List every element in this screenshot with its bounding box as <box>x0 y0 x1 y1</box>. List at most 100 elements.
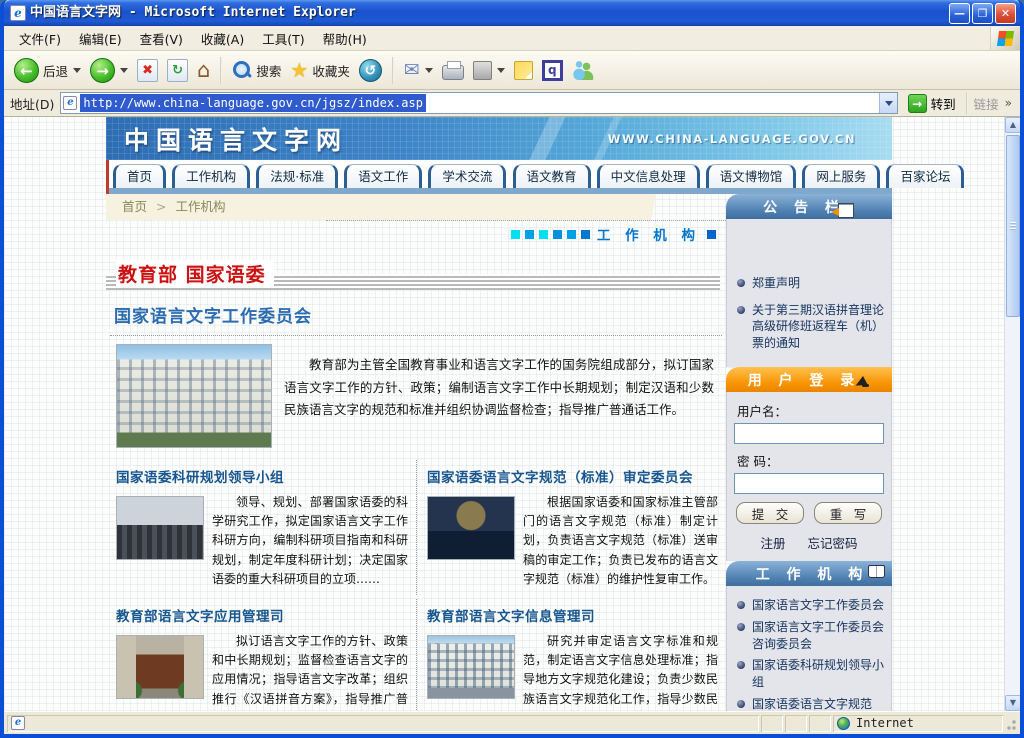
announcement-link[interactable]: 郑重声明 <box>752 275 800 292</box>
password-field[interactable] <box>734 473 884 494</box>
red-heading-top: 教育部 国家语委 <box>116 260 274 287</box>
section-text: 拟订语言文字工作的方针、政策和中长期规划；监督检查语言文字的应用情况；指导语言文… <box>212 632 408 711</box>
section-title[interactable]: 教育部语言文字应用管理司 <box>116 605 408 625</box>
nav-tab-services[interactable]: 网上服务 <box>802 164 880 188</box>
organization-link[interactable]: 国家语言文字工作委员会 <box>752 597 884 614</box>
menu-edit[interactable]: 编辑(E) <box>70 26 131 51</box>
submit-button[interactable]: 提 交 <box>736 502 804 524</box>
announcement-item[interactable]: 郑重声明 <box>734 275 884 292</box>
announcement-item[interactable]: 关于第三期汉语拼音理论高级研修班返程车（机）票的通知 <box>734 302 884 352</box>
reset-button[interactable]: 重 写 <box>814 502 882 524</box>
forgot-password-link[interactable]: 忘记密码 <box>808 533 858 552</box>
history-icon: ↺ <box>359 59 382 82</box>
home-button[interactable]: ⌂ <box>195 57 212 84</box>
close-button[interactable]: ✕ <box>995 3 1016 24</box>
nav-tab-language-work[interactable]: 语文工作 <box>344 164 422 188</box>
nav-tab-forum[interactable]: 百家论坛 <box>886 164 964 188</box>
nav-tab-home[interactable]: 首页 <box>113 164 166 188</box>
favorites-button[interactable]: ★ 收藏夹 <box>288 58 351 82</box>
section-title[interactable]: 教育部语言文字信息管理司 <box>427 605 718 625</box>
history-button[interactable]: ↺ <box>357 57 384 84</box>
announcement-link[interactable]: 关于第三期汉语拼音理论高级研修班返程车（机）票的通知 <box>752 302 884 352</box>
web-page: 中国语言文字网 WWW.CHINA-LANGUAGE.GOV.CN 首页 工作机… <box>4 117 1004 711</box>
menu-favorites[interactable]: 收藏(A) <box>192 26 253 51</box>
organization-link[interactable]: 国家语言文字工作委员会咨询委员会 <box>752 619 884 653</box>
mail-dropdown-icon[interactable] <box>425 68 433 73</box>
stop-button[interactable]: ✖ <box>135 57 160 84</box>
vertical-scrollbar[interactable]: ▲ ▼ <box>1004 117 1020 711</box>
plugin-button[interactable]: q <box>540 58 565 83</box>
url-text[interactable]: http://www.china-language.gov.cn/jgsz/in… <box>80 94 426 112</box>
stop-icon: ✖ <box>137 59 158 82</box>
search-button[interactable]: 搜索 <box>230 58 283 82</box>
organization-link[interactable]: 国家语委语言文字规范(标准)审定委员会 <box>752 696 884 711</box>
edit-dropdown-icon[interactable] <box>497 68 505 73</box>
marker-square <box>511 230 520 239</box>
section-text: 领导、规划、部署国家语委的科学研究工作，拟定国家语言文字工作科研方向，编制科研项… <box>212 493 408 589</box>
scroll-down-icon[interactable]: ▼ <box>1005 695 1020 711</box>
main-content: 首页 > 工作机构 工 作 机 构 <box>106 194 726 711</box>
organization-item[interactable]: 国家语言文字工作委员会 <box>734 597 884 614</box>
heading-band-top: 教育部 国家语委 <box>106 260 726 290</box>
menu-tools[interactable]: 工具(T) <box>253 26 313 51</box>
nav-tab-organizations[interactable]: 工作机构 <box>172 164 250 188</box>
site-banner: 中国语言文字网 WWW.CHINA-LANGUAGE.GOV.CN <box>106 117 892 160</box>
menu-file[interactable]: 文件(F) <box>10 26 70 51</box>
nav-tab-academic[interactable]: 学术交流 <box>428 164 506 188</box>
username-field[interactable] <box>734 423 884 444</box>
go-button[interactable]: → 转到 <box>904 93 960 114</box>
section-title[interactable]: 国家语委语言文字规范（标准）审定委员会 <box>427 466 718 486</box>
nav-tab-education[interactable]: 语文教育 <box>513 164 591 188</box>
ministry-building-photo <box>116 344 272 448</box>
search-icon <box>232 60 252 80</box>
minimize-button[interactable]: — <box>949 3 970 24</box>
address-dropdown-button[interactable] <box>879 93 897 113</box>
forward-dropdown-icon[interactable] <box>120 68 128 73</box>
status-pane <box>761 715 783 732</box>
back-button[interactable]: ← 后退 <box>12 56 83 85</box>
organization-item[interactable]: 国家语言文字工作委员会咨询委员会 <box>734 619 884 653</box>
forward-button[interactable]: → <box>88 56 130 85</box>
menu-view[interactable]: 查看(V) <box>131 26 192 51</box>
bullet-icon <box>737 623 745 631</box>
organizations-box: 工 作 机 构 国家语言文字工作委员会 国家语言文字工作 <box>726 561 892 711</box>
links-label[interactable]: 链接 <box>974 94 999 113</box>
menu-bar: 文件(F) 编辑(E) 查看(V) 收藏(A) 工具(T) 帮助(H) <box>4 26 1020 51</box>
organization-item[interactable]: 国家语委科研规划领导小组 <box>734 657 884 691</box>
section-title[interactable]: 国家语委科研规划领导小组 <box>116 466 408 486</box>
more-list-icon[interactable] <box>838 203 854 218</box>
section-standards-committee: 国家语委语言文字规范（标准）审定委员会 根据国家语委和国家标准主管部门的语言文字… <box>416 460 726 595</box>
discuss-button[interactable] <box>512 59 535 82</box>
address-input[interactable]: e http://www.china-language.gov.cn/jgsz/… <box>60 92 897 114</box>
status-pane <box>809 715 831 732</box>
scrollbar-thumb[interactable] <box>1006 135 1020 317</box>
edit-button[interactable] <box>471 59 507 82</box>
edit-icon <box>473 61 492 80</box>
menu-help[interactable]: 帮助(H) <box>314 26 376 51</box>
links-chevron-icon[interactable]: » <box>1005 96 1014 110</box>
register-link[interactable]: 注册 <box>760 533 785 552</box>
organization-link[interactable]: 国家语委科研规划领导小组 <box>752 657 884 691</box>
bullet-icon <box>737 700 745 708</box>
discuss-note-icon <box>514 61 533 80</box>
section-marker-label: 工 作 机 构 <box>597 224 700 244</box>
refresh-button[interactable]: ↻ <box>165 57 190 84</box>
nav-tab-museum[interactable]: 语文博物馆 <box>706 164 797 188</box>
sidebar: 公 告 栏 郑重声明 关于第三期汉语拼音理论高级研修班返 <box>726 194 892 711</box>
scroll-up-icon[interactable]: ▲ <box>1005 117 1020 133</box>
hand-cursor-icon <box>853 376 869 391</box>
print-button[interactable] <box>440 58 466 82</box>
maximize-button[interactable]: ❐ <box>972 3 993 24</box>
messenger-button[interactable] <box>570 58 596 82</box>
mail-button[interactable]: ✉ <box>402 58 435 82</box>
breadcrumb-home[interactable]: 首页 <box>122 199 147 214</box>
marker-square <box>525 230 534 239</box>
organization-item[interactable]: 国家语委语言文字规范(标准)审定委员会 <box>734 696 884 711</box>
marker-square <box>581 230 590 239</box>
nav-tab-info-processing[interactable]: 中文信息处理 <box>597 164 700 188</box>
resize-grip[interactable] <box>1005 715 1017 732</box>
section-marker: 工 作 机 构 <box>106 222 726 246</box>
back-dropdown-icon[interactable] <box>73 68 81 73</box>
browser-window: e 中国语言文字网 - Microsoft Internet Explorer … <box>0 0 1024 738</box>
nav-tab-regulations[interactable]: 法规·标准 <box>256 164 338 188</box>
